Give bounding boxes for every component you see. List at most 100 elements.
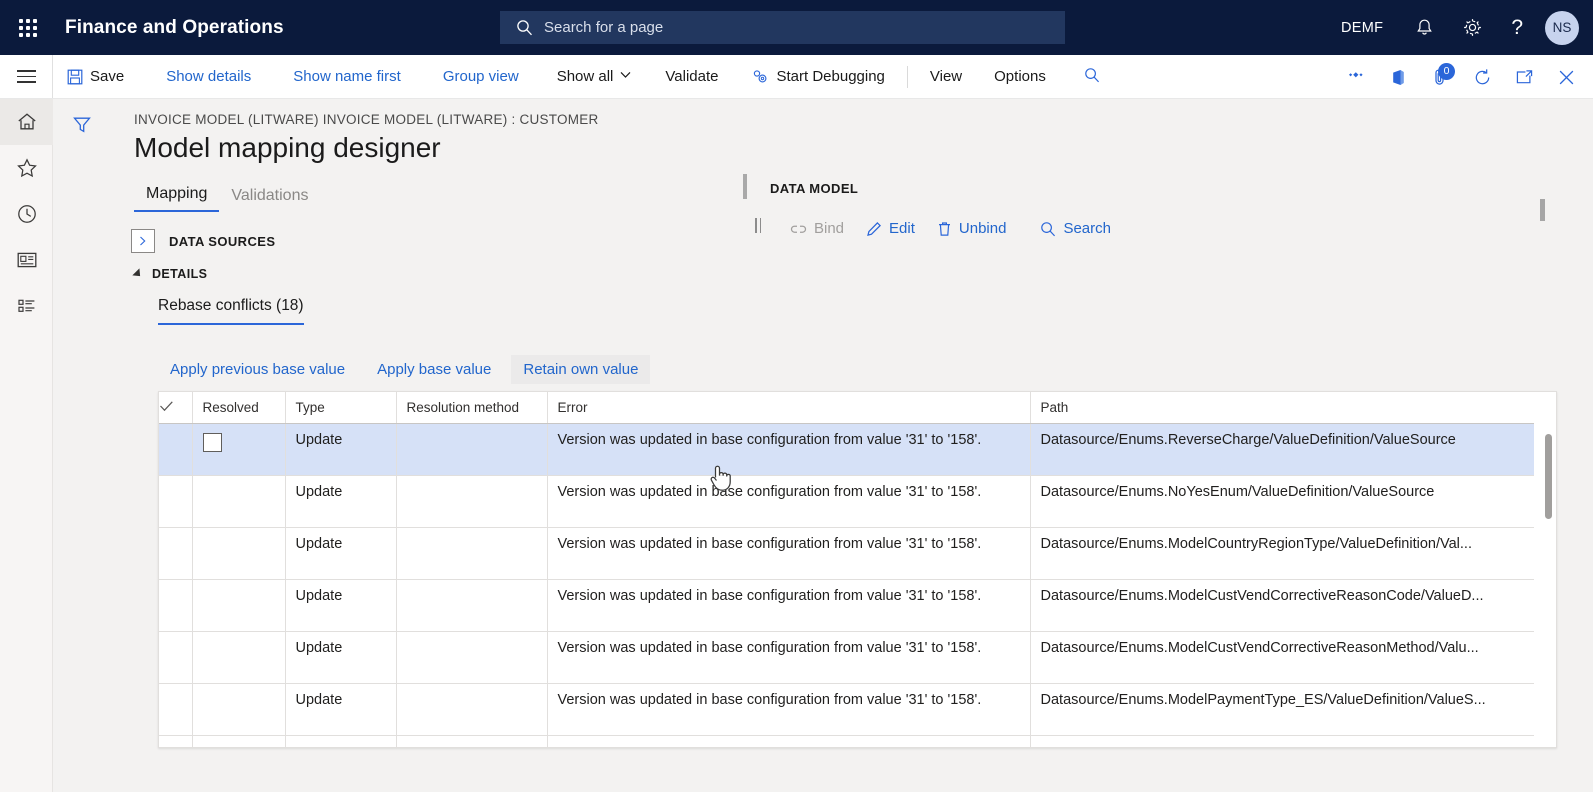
row-select-cell[interactable]	[159, 579, 192, 631]
question-mark-icon: ?	[1511, 17, 1523, 38]
table-row[interactable]: Update Version was updated in base confi…	[159, 527, 1534, 579]
open-in-new-window-button[interactable]	[1503, 55, 1545, 99]
unbind-label: Unbind	[959, 220, 1007, 237]
header-select-all[interactable]	[159, 392, 192, 423]
tab-validations[interactable]: Validations	[219, 187, 320, 212]
notifications-button[interactable]	[1401, 0, 1448, 55]
unbind-button[interactable]: Unbind	[926, 215, 1018, 242]
pencil-icon	[866, 221, 882, 237]
help-button[interactable]: ?	[1497, 0, 1537, 55]
row-resolved-cell[interactable]	[192, 631, 285, 683]
main-content-area: INVOICE MODEL (LITWARE) INVOICE MODEL (L…	[111, 99, 1593, 792]
rail-item-recent[interactable]	[0, 191, 53, 237]
row-error-cell	[547, 735, 1030, 748]
show-details-label: Show details	[166, 68, 251, 85]
row-resolution-method-cell	[396, 475, 547, 527]
close-button[interactable]	[1545, 55, 1587, 99]
global-search-box[interactable]: Search for a page	[500, 11, 1065, 44]
data-sources-expand-button[interactable]	[131, 229, 155, 253]
app-launcher-button[interactable]	[0, 0, 55, 55]
bind-button[interactable]: Bind	[779, 215, 855, 242]
row-resolved-cell[interactable]	[192, 683, 285, 735]
refresh-icon	[1473, 68, 1492, 87]
command-search-button[interactable]	[1070, 55, 1114, 99]
debug-gears-icon	[752, 69, 769, 84]
rail-item-modules[interactable]	[0, 283, 53, 329]
row-select-cell[interactable]	[159, 735, 192, 748]
page-scrollbar-thumb[interactable]	[1540, 199, 1545, 221]
table-row-partial[interactable]	[159, 735, 1534, 748]
apply-base-value-button[interactable]: Apply base value	[365, 355, 503, 384]
table-row[interactable]: Update Version was updated in base confi…	[159, 683, 1534, 735]
rail-item-workspaces[interactable]	[0, 237, 53, 283]
view-menu-button[interactable]: View	[916, 55, 976, 99]
resolved-checkbox[interactable]	[203, 433, 222, 452]
header-path[interactable]: Path	[1030, 392, 1534, 423]
header-error[interactable]: Error	[547, 392, 1030, 423]
open-in-new-window-icon	[1515, 69, 1534, 86]
modules-icon	[16, 296, 38, 316]
table-row[interactable]: Update Version was updated in base confi…	[159, 475, 1534, 527]
refresh-button[interactable]	[1461, 55, 1503, 99]
show-all-dropdown[interactable]: Show all	[543, 55, 646, 99]
header-resolved[interactable]: Resolved	[192, 392, 285, 423]
row-type-cell: Update	[285, 475, 396, 527]
checkmark-icon	[159, 400, 174, 412]
navigation-menu-button[interactable]	[0, 55, 53, 98]
row-select-cell[interactable]	[159, 527, 192, 579]
workspaces-icon	[16, 250, 38, 270]
row-select-cell[interactable]	[159, 631, 192, 683]
subtab-rebase-conflicts[interactable]: Rebase conflicts (18)	[158, 297, 304, 325]
row-select-cell[interactable]	[159, 475, 192, 527]
details-section-header[interactable]: DETAILS	[133, 267, 207, 281]
details-label: DETAILS	[152, 267, 207, 281]
row-resolved-cell[interactable]	[192, 475, 285, 527]
retain-own-value-button[interactable]: Retain own value	[511, 355, 650, 384]
apply-previous-base-value-button[interactable]: Apply previous base value	[158, 355, 357, 384]
grid-scrollbar-thumb[interactable]	[1545, 434, 1552, 519]
row-path-cell: Datasource/Enums.ReverseCharge/ValueDefi…	[1030, 423, 1534, 475]
row-error-cell: Version was updated in base configuratio…	[547, 683, 1030, 735]
edit-button[interactable]: Edit	[855, 215, 926, 242]
save-button[interactable]: Save	[53, 55, 138, 99]
table-row[interactable]: Update Version was updated in base confi…	[159, 631, 1534, 683]
rail-item-home[interactable]	[0, 99, 53, 145]
filter-icon	[72, 115, 92, 135]
filter-button[interactable]	[66, 110, 98, 140]
app-switch-icon	[1346, 69, 1366, 85]
top-navigation-bar: Finance and Operations Search for a page…	[0, 0, 1593, 55]
table-row[interactable]: Update Version was updated in base confi…	[159, 423, 1534, 475]
search-icon	[1084, 67, 1100, 87]
rail-item-favorites[interactable]	[0, 145, 53, 191]
show-details-button[interactable]: Show details	[152, 55, 265, 99]
start-debugging-button[interactable]: Start Debugging	[738, 55, 898, 99]
user-avatar[interactable]: NS	[1545, 11, 1579, 45]
row-resolved-cell[interactable]	[192, 423, 285, 475]
company-selector[interactable]: DEMF	[1323, 0, 1401, 55]
header-resolution-method[interactable]: Resolution method	[396, 392, 547, 423]
conflict-action-bar: Apply previous base value Apply base val…	[158, 355, 650, 384]
show-name-first-button[interactable]: Show name first	[279, 55, 415, 99]
tab-mapping[interactable]: Mapping	[134, 185, 219, 212]
attachments-button[interactable]: 0	[1419, 55, 1461, 99]
table-row[interactable]: Update Version was updated in base confi…	[159, 579, 1534, 631]
office-apps-button[interactable]	[1377, 55, 1419, 99]
search-button[interactable]: Search	[1029, 215, 1122, 242]
group-view-button[interactable]: Group view	[429, 55, 533, 99]
pane-splitter-handle[interactable]	[755, 218, 761, 233]
row-select-cell[interactable]	[159, 683, 192, 735]
settings-button[interactable]	[1448, 0, 1497, 55]
view-label: View	[930, 68, 962, 85]
row-resolved-cell[interactable]	[192, 527, 285, 579]
row-resolved-cell[interactable]	[192, 735, 285, 748]
grid-vertical-scrollbar[interactable]	[1545, 434, 1552, 736]
app-switch-button[interactable]	[1335, 55, 1377, 99]
validate-button[interactable]: Validate	[651, 55, 732, 99]
options-menu-button[interactable]: Options	[980, 55, 1060, 99]
row-resolved-cell[interactable]	[192, 579, 285, 631]
header-type[interactable]: Type	[285, 392, 396, 423]
row-path-cell: Datasource/Enums.ModelCountryRegionType/…	[1030, 527, 1534, 579]
row-resolution-method-cell	[396, 579, 547, 631]
row-type-cell: Update	[285, 423, 396, 475]
row-select-cell[interactable]	[159, 423, 192, 475]
